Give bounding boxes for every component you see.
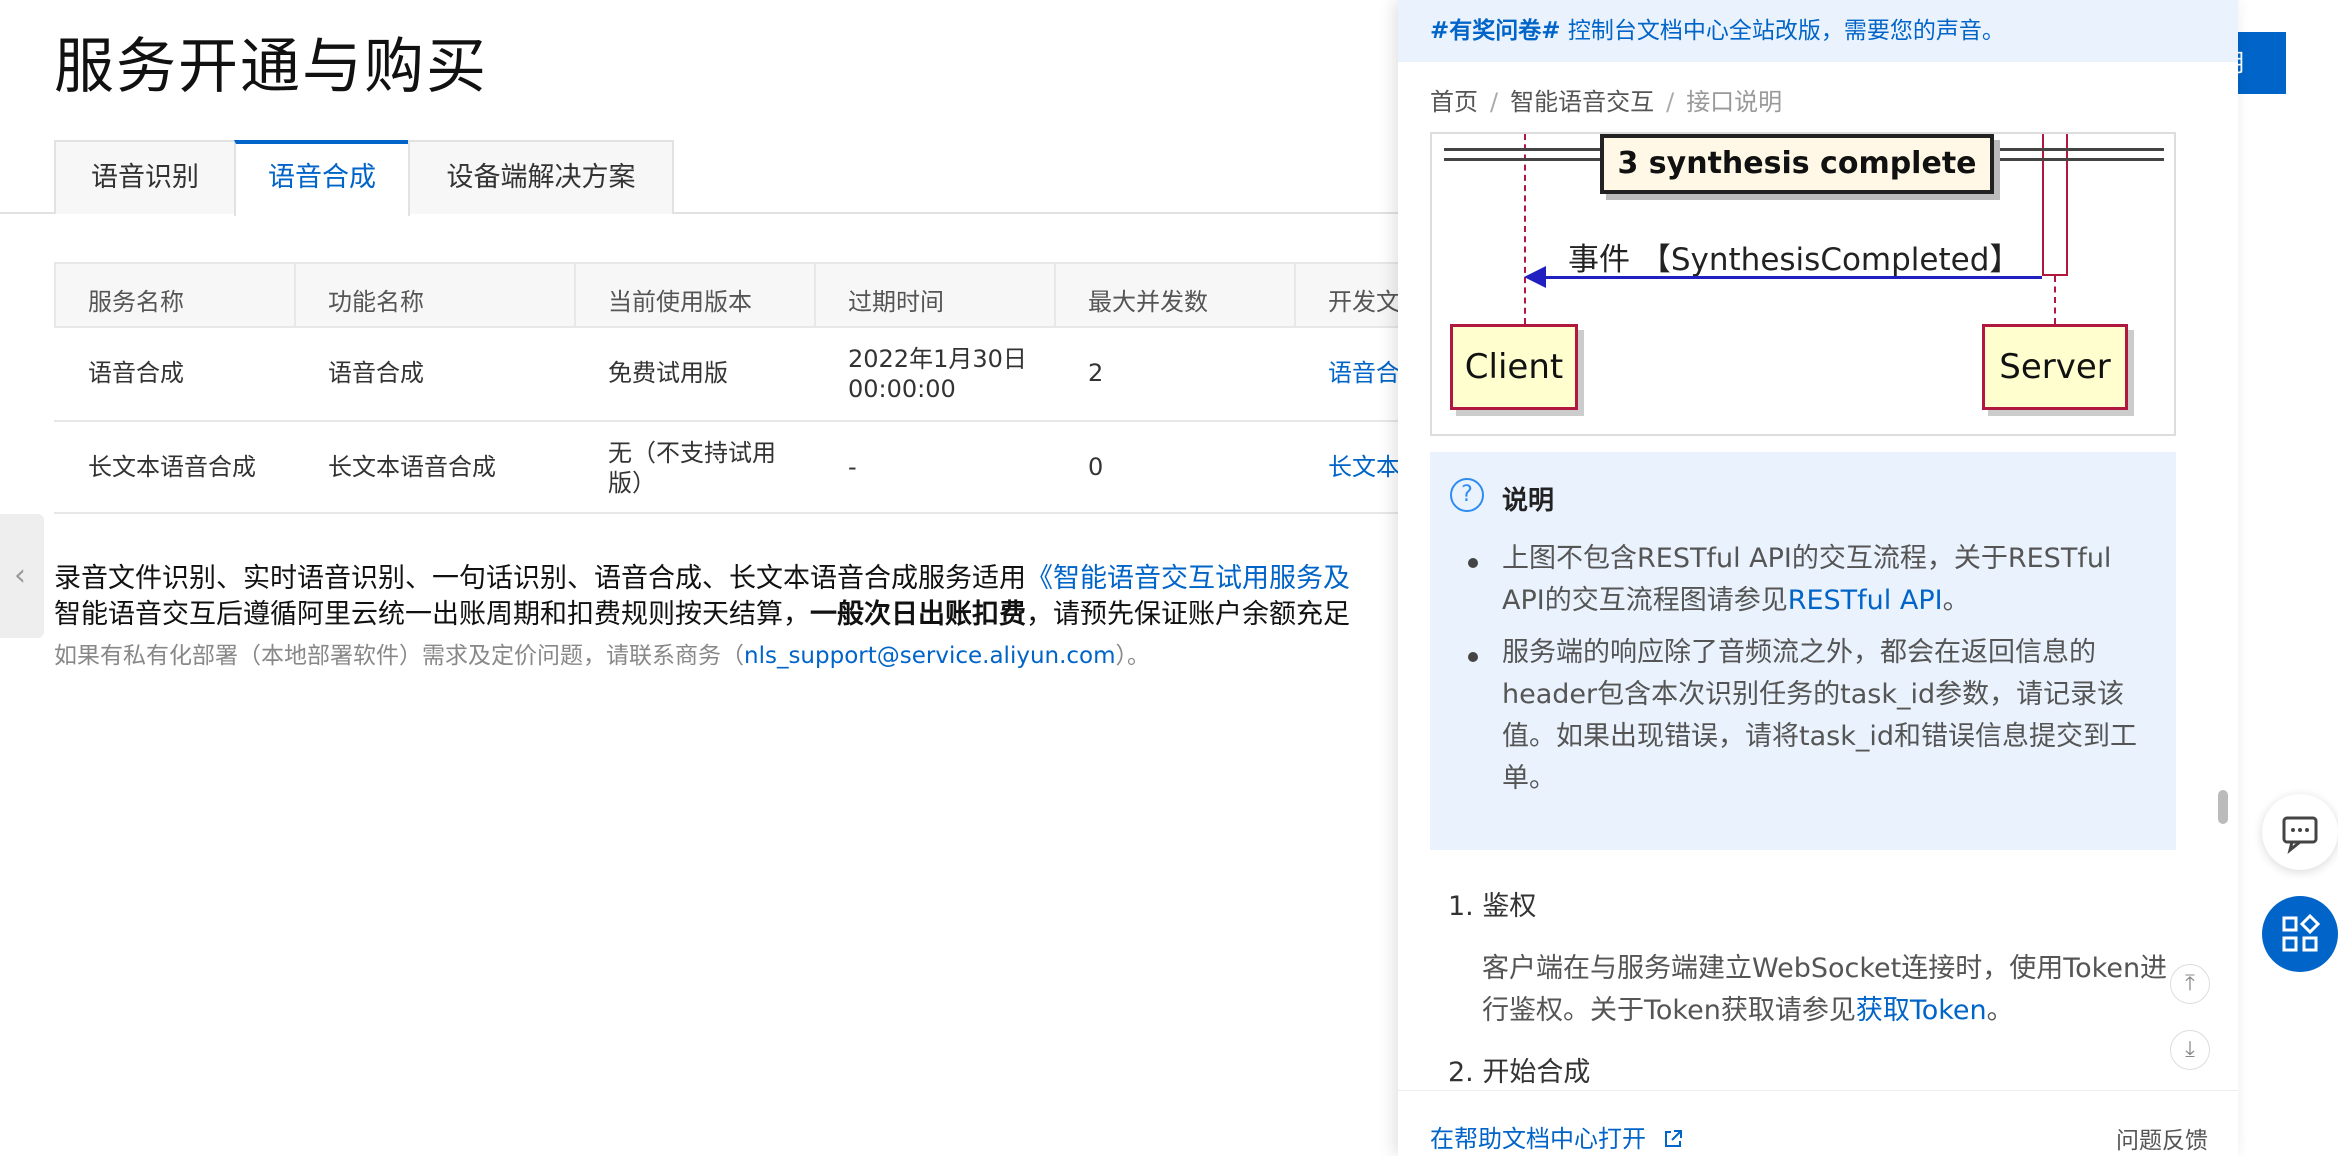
question-icon: ? [1450, 478, 1484, 512]
breadcrumb-product[interactable]: 智能语音交互 [1510, 88, 1654, 116]
main-page: 服务开通与购买 语音识别 语音合成 设备端解决方案 服务名称 功能名称 当前使用… [0, 0, 1420, 1156]
step-text: 客户端在与服务端建立WebSocket连接时，使用Token进行鉴权。关于Tok… [1482, 953, 2168, 1026]
synthesis-complete-divider: 3 synthesis complete [1600, 134, 1994, 194]
table-cell-version: 无（不支持试用版） [608, 439, 776, 497]
arrowhead-icon [1524, 266, 1546, 288]
client-actor: Client [1450, 324, 1578, 410]
table-cell-expire: 2022年1月30日 00:00:00 [848, 345, 1027, 403]
breadcrumb-home[interactable]: 首页 [1430, 88, 1478, 116]
chat-icon [2282, 816, 2318, 854]
note-text: 。 [1942, 585, 1970, 616]
notice-line-1: 录音文件识别、实时语音识别、一句话识别、语音合成、长文本语音合成服务适用《智能语… [54, 556, 1350, 595]
breadcrumb-current: 接口说明 [1686, 88, 1783, 116]
message-arrow [1530, 276, 2042, 279]
sequence-diagram: 3 synthesis complete 事件 【SynthesisComple… [1430, 132, 2176, 436]
row-divider [54, 420, 1420, 422]
table-cell-concurrency: 0 [1088, 453, 1104, 481]
banner-tag: #有奖问卷# [1430, 18, 1561, 44]
table-cell-doc-link[interactable]: 长文本 [1328, 452, 1400, 482]
note-box: ? 说明 上图不包含RESTful API的交互流程，关于RESTful API… [1430, 452, 2176, 850]
breadcrumb-separator: / [1490, 88, 1499, 116]
header-feature-name: 功能名称 [328, 288, 424, 316]
bullet-dot [1468, 558, 1478, 568]
collapse-sidebar-handle[interactable]: ‹ [0, 514, 44, 638]
page-title: 服务开通与购买 [54, 32, 488, 102]
server-actor: Server [1982, 324, 2128, 410]
row-divider [54, 512, 1420, 514]
notice-line-3: 如果有私有化部署（本地部署软件）需求及定价问题，请联系商务（nls_suppor… [54, 636, 1150, 670]
note-bullet-2: 服务端的响应除了音频流之外，都会在返回信息的header包含本次识别任务的tas… [1502, 637, 2137, 794]
table-cell-feature: 长文本语音合成 [328, 453, 496, 481]
scroll-top-icon[interactable]: ⤒ [2170, 964, 2210, 1004]
table-cell-feature: 语音合成 [328, 359, 424, 387]
help-drawer: #有奖问卷# 控制台文档中心全站改版，需要您的声音。 首页 / 智能语音交互 / 接口说… [1398, 0, 2238, 1156]
column-divider [1054, 262, 1056, 328]
table-cell-service: 长文本语音合成 [88, 453, 256, 481]
synthesis-completed-message: 事件 【SynthesisCompleted】 [1568, 242, 2021, 278]
notice-bold: 一般次日出账扣费 [810, 599, 1026, 630]
header-expire-time: 过期时间 [848, 288, 944, 316]
server-lifeline [2054, 276, 2056, 324]
header-dev-docs: 开发文 [1328, 288, 1400, 316]
note-title: 说明 [1502, 486, 1555, 516]
open-in-doc-center-link[interactable]: 在帮助文档中心打开 [1430, 1119, 1684, 1154]
scrollbar-thumb[interactable] [2218, 790, 2228, 824]
chevron-left-icon: ‹ [14, 558, 26, 593]
step-text: 。 [1986, 995, 2014, 1026]
column-divider [294, 262, 296, 328]
server-activation-bar [2042, 134, 2068, 276]
table-cell-version: 免费试用版 [608, 359, 728, 387]
notice-text: 录音文件识别、实时语音识别、一句话识别、语音合成、长文本语音合成服务适用 [54, 563, 1026, 594]
notice-text: ）。 [1115, 643, 1151, 669]
step-start-title: 2. 开始合成 [1448, 1057, 1591, 1088]
breadcrumb: 首页 / 智能语音交互 / 接口说明 [1430, 82, 1782, 117]
tab-device-solutions[interactable]: 设备端解决方案 [408, 140, 674, 214]
header-current-version: 当前使用版本 [608, 288, 752, 316]
table-cell-doc-link[interactable]: 语音合 [1328, 358, 1400, 388]
scroll-bottom-icon[interactable]: ⤓ [2170, 1030, 2210, 1070]
header-service-name: 服务名称 [88, 288, 184, 316]
survey-banner[interactable]: #有奖问卷# 控制台文档中心全站改版，需要您的声音。 [1398, 0, 2238, 62]
banner-text: 控制台文档中心全站改版，需要您的声音。 [1560, 18, 2005, 44]
step-auth-body: 客户端在与服务端建立WebSocket连接时，使用Token进行鉴权。关于Tok… [1482, 948, 2172, 1032]
feedback-link[interactable]: 问题反馈 [2116, 1121, 2208, 1155]
notice-text: ，请预先保证账户余额充足 [1026, 599, 1350, 630]
drawer-footer: 在帮助文档中心打开 问题反馈 [1398, 1090, 2238, 1156]
trial-terms-link[interactable]: 《智能语音交互试用服务及 [1026, 563, 1350, 594]
apps-grid-icon [2282, 913, 2321, 952]
bullet-dot [1468, 652, 1478, 662]
get-token-link[interactable]: 获取Token [1856, 995, 1987, 1026]
breadcrumb-separator: / [1666, 88, 1675, 116]
support-email-link[interactable]: nls_support@service.aliyun.com [744, 643, 1116, 669]
column-divider [574, 262, 576, 328]
column-divider [814, 262, 816, 328]
chat-button[interactable] [2262, 794, 2338, 870]
notice-text: 如果有私有化部署（本地部署软件）需求及定价问题，请联系商务（ [54, 643, 744, 669]
apps-button[interactable] [2262, 896, 2338, 972]
open-in-doc-center-label: 在帮助文档中心打开 [1430, 1125, 1646, 1153]
column-divider [1294, 262, 1296, 328]
table-cell-concurrency: 2 [1088, 359, 1104, 387]
step-auth-title: 1. 鉴权 [1448, 891, 1537, 922]
notice-line-2: 智能语音交互后遵循阿里云统一出账周期和扣费规则按天结算，一般次日出账扣费，请预先… [54, 592, 1350, 631]
header-max-concurrency: 最大并发数 [1088, 288, 1208, 316]
note-bullet-1: 上图不包含RESTful API的交互流程，关于RESTful API的交互流程… [1502, 538, 2152, 622]
doc-content: 3 synthesis complete 事件 【SynthesisComple… [1398, 132, 2238, 1090]
notice-text: 智能语音交互后遵循阿里云统一出账周期和扣费规则按天结算， [54, 599, 810, 630]
table-cell-expire: - [848, 453, 857, 481]
client-lifeline [1524, 134, 1526, 324]
table-cell-service: 语音合成 [88, 359, 184, 387]
tab-speech-recognition[interactable]: 语音识别 [54, 140, 236, 214]
external-link-icon [1664, 1130, 1682, 1147]
tab-speech-synthesis[interactable]: 语音合成 [234, 140, 410, 216]
restful-api-link[interactable]: RESTful API [1788, 585, 1943, 616]
